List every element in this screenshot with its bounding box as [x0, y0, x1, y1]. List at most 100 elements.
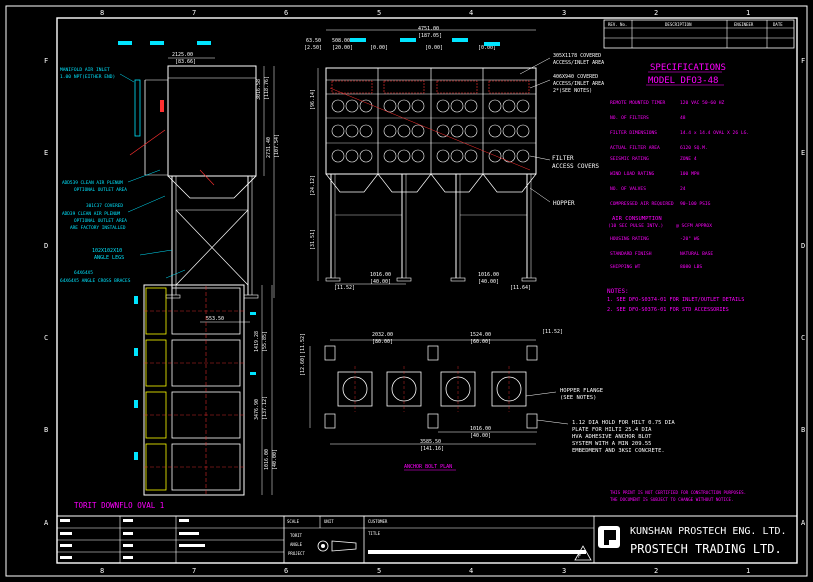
side-dim-height: 2731.40 [266, 137, 272, 158]
front-dim-bottom-left: [11.52] [334, 285, 355, 291]
covered-label: 301C37 COVERED [86, 203, 123, 209]
spec-label: ACTUAL FILTER AREA [610, 145, 660, 151]
border-rows-right: F E D C B A [801, 57, 806, 527]
legs-label: 102X102X10 [92, 248, 122, 254]
description-header: DESCRIPTION [665, 22, 692, 27]
scale-label: SCALE [287, 519, 300, 524]
covered-front-label-2: ACCESS/INLET AREA [553, 81, 604, 87]
air-consumption-value: @ SCFM APPROX [676, 223, 712, 229]
anchor-pads-bottom [324, 413, 538, 429]
spec-value: ZONE 4 [680, 156, 697, 162]
hopper-flange-label: HOPPER FLANGE [560, 388, 603, 394]
inlet-label: 305X1178 COVERED [553, 53, 601, 59]
anchor-dim-top: 2032.00 [372, 332, 393, 338]
covered-front-label-3: 2*(SEE NOTES) [553, 88, 592, 94]
spec-value: 120 VAC 50-60 HZ [680, 100, 724, 106]
air-consumption-label-2: (10 SEC PULSE INTV.) [608, 223, 663, 229]
filter-access-label-2: ACCESS COVERS [552, 163, 599, 170]
filter-access-covers [331, 99, 530, 163]
side-dim-right: 3016.58 [256, 79, 262, 100]
anchor-dim-overall-in: [141.16] [420, 446, 444, 452]
rev-header: REV. No. [608, 22, 627, 27]
access-label-3: ARE FACTORY INSTALLED [70, 225, 126, 231]
front-dim-bottom-right: [11.64] [510, 285, 531, 291]
front-dim-left: 63.50 [306, 38, 321, 44]
anchor-note-1: 1.12 DIA HOLD FOR HILT 0.75 DIA [572, 420, 675, 426]
spec-label: WIND LOAD RATING [610, 171, 654, 177]
plan-dim-b-in: [55.85] [262, 331, 268, 352]
side-dim-bottom: 553.50 [206, 316, 224, 322]
front-dim-total: 4751.00 [418, 26, 439, 32]
front-dim-leg-in: [40.00] [370, 279, 391, 285]
title-label: TITLE [368, 531, 381, 536]
covered-front-label: 406X940 COVERED [553, 74, 598, 80]
spec-value: 100 MPH [680, 171, 700, 177]
title-block-letter: F [578, 554, 581, 560]
anchor-dim-overall: 3585.50 [420, 439, 441, 445]
warning-line-2: THE DOCUMENT IS SUBJECT TO CHANGE WITHOU… [610, 497, 734, 502]
border-col-label: 7 [192, 9, 196, 17]
specs-heading: SPECIFICATIONS [650, 63, 726, 73]
angle-label: ANGLE [290, 542, 303, 547]
border-row-label: E [44, 149, 48, 157]
anchor-dim-left2: [11.52] [300, 333, 306, 354]
project-label: PROJECT [288, 551, 305, 556]
border-row-label: F [44, 57, 48, 65]
spec-value: NATURAL BASE [680, 251, 713, 257]
anchor-bolt-plan: 2032.00 [80.00] 1524.00 [60.00] [11.52] [300, 329, 675, 471]
company-name-1: KUNSHAN PROSTECH ENG. LTD. [630, 526, 787, 537]
border-col-label: 3 [562, 567, 566, 575]
border-row-label: A [44, 519, 49, 527]
border-col-label: 6 [284, 567, 288, 575]
date-header: DATE [773, 22, 783, 27]
anchor-note-5: EMBEDMENT AND 3KSI CONCRETE. [572, 448, 665, 454]
front-view: 4751.00 [187.05] 63.50 [2.50] 508.00 [20… [304, 26, 604, 291]
border-row-label: E [801, 149, 805, 157]
border-col-label: 5 [377, 9, 381, 17]
prostech-logo-icon [598, 526, 620, 548]
spec-value: -20" WG [680, 236, 700, 242]
unit-label: UNIT [324, 519, 334, 524]
spec-label: HOUSING RATING [610, 236, 649, 242]
spec-label: SEISMIC RATING [610, 156, 649, 162]
anchor-note-3: HVA ADHESIVE ANCHOR BLOT [572, 434, 652, 440]
plan-view: 3476.90 [137.12] 1419.28 [55.85] 1016.00… [74, 284, 278, 510]
front-dim-leg: 1016.00 [370, 272, 391, 278]
anchor-dim-right: [11.52] [542, 329, 563, 335]
side-dim-right-in: [118.76] [264, 76, 270, 100]
revision-block: REV. No. DESCRIPTION ENGINEER DATE [603, 19, 795, 49]
front-dim-leg-in: [40.00] [478, 279, 499, 285]
border-col-label: 1 [746, 9, 750, 17]
border-col-label: 8 [100, 567, 104, 575]
spec-label: REMOTE MOUNTED TIMER [610, 100, 666, 106]
title-block: SCALE UNIT CUSTOMER TITLE TORIT ANGLE PR… [56, 515, 798, 564]
spec-label: SHIPPING WT [610, 264, 641, 270]
anchor-dim-bottom: 1016.00 [470, 426, 491, 432]
spec-value: 48 [680, 115, 686, 121]
plan-view-title: TORIT DOWNFLO OVAL 1 [74, 501, 164, 510]
anchor-plan-title: ANCHOR BOLT PLAN [404, 464, 452, 470]
anchor-dim-top-in: [80.00] [372, 339, 393, 345]
spec-label: NO. OF FILTERS [610, 115, 649, 121]
access-label: ADD39 CLEAN AIR PLENUM [62, 211, 121, 217]
anchor-pads-top [324, 345, 538, 361]
hopper-flange-label-2: (SEE NOTES) [560, 395, 596, 401]
anchor-dim-top2-in: [60.00] [470, 339, 491, 345]
spec-value: 6120 SQ.M. [680, 145, 708, 151]
plan-dim-c: 1016.00 [264, 449, 270, 470]
side-dim-height-in: [107.54] [274, 134, 280, 158]
border-col-label: 4 [469, 567, 473, 575]
border-columns-top: 8 7 6 5 4 3 2 1 [100, 9, 750, 17]
plan-dim-a-in: [137.12] [262, 396, 268, 420]
notes-heading: NOTES: [607, 288, 629, 295]
front-dim-bay: [0.00] [425, 45, 443, 51]
border-col-label: 6 [284, 9, 288, 17]
anchor-dim-top2: 1524.00 [470, 332, 491, 338]
manifold-label-2: 1.00 NPT(EITHER END) [60, 74, 115, 80]
side-dim-top-in: [83.66] [175, 59, 196, 65]
border-row-label: F [801, 57, 805, 65]
border-col-label: 5 [377, 567, 381, 575]
access-label-2: OPTIONAL OUTLET AREA [74, 218, 127, 224]
front-dim-vert: [31.51] [310, 229, 316, 250]
torit-label: TORIT [290, 533, 303, 538]
